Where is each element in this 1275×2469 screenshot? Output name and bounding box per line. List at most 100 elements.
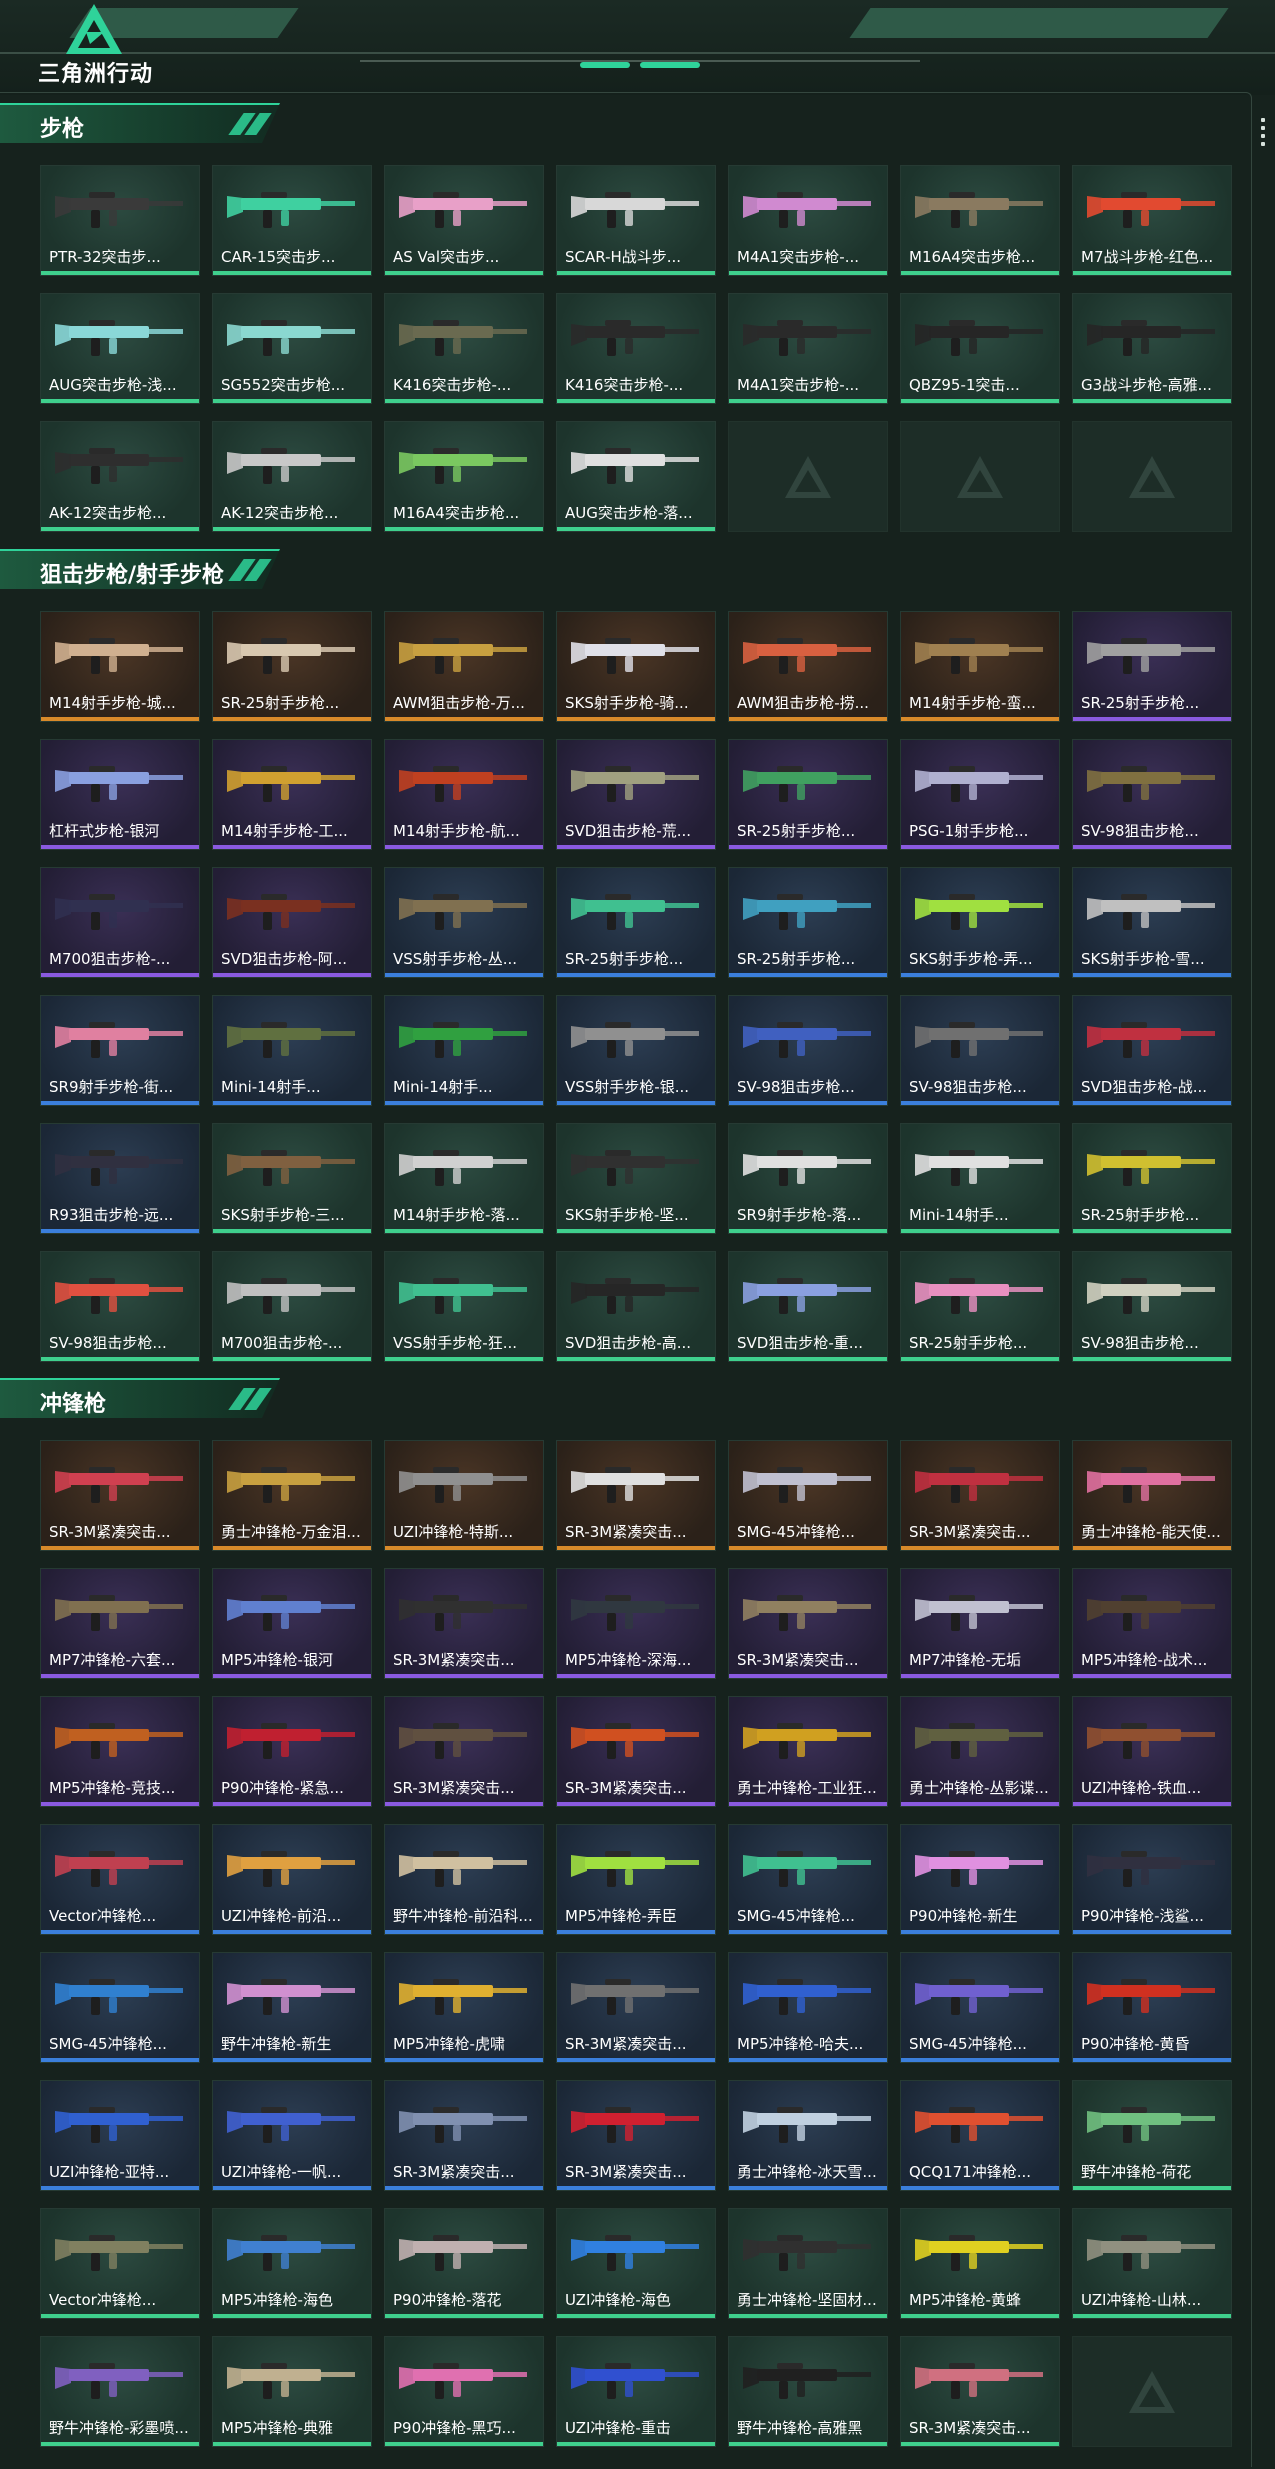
weapon-card[interactable]: M14射手步枪-航...	[384, 739, 544, 850]
weapon-card[interactable]: AK-12突击步枪...	[212, 421, 372, 532]
weapon-card[interactable]: P90冲锋枪-黑巧...	[384, 2336, 544, 2447]
weapon-card[interactable]: MP5冲锋枪-弄臣	[556, 1824, 716, 1935]
weapon-card[interactable]: Mini-14射手...	[212, 995, 372, 1106]
weapon-card[interactable]: SR-3M紧凑突击...	[384, 1568, 544, 1679]
weapon-card[interactable]: SG552突击步枪...	[212, 293, 372, 404]
weapon-card[interactable]: SCAR-H战斗步...	[556, 165, 716, 276]
weapon-card[interactable]: SR-25射手步枪...	[728, 867, 888, 978]
weapon-card[interactable]: UZI冲锋枪-亚特...	[40, 2080, 200, 2191]
weapon-card[interactable]: M7战斗步枪-红色...	[1072, 165, 1232, 276]
weapon-card[interactable]: SMG-45冲锋枪...	[728, 1824, 888, 1935]
weapon-card[interactable]: M14射手步枪-蛮...	[900, 611, 1060, 722]
weapon-card[interactable]: M16A4突击步枪...	[384, 421, 544, 532]
weapon-card[interactable]: R93狙击步枪-远...	[40, 1123, 200, 1234]
weapon-card[interactable]: M14射手步枪-工...	[212, 739, 372, 850]
scrollbar[interactable]	[1261, 118, 1265, 150]
weapon-card[interactable]: UZI冲锋枪-海色	[556, 2208, 716, 2319]
weapon-card[interactable]: MP5冲锋枪-银河	[212, 1568, 372, 1679]
weapon-card[interactable]: 野牛冲锋枪-新生	[212, 1952, 372, 2063]
weapon-card[interactable]: 杠杆式步枪-银河	[40, 739, 200, 850]
weapon-card[interactable]: Mini-14射手...	[384, 995, 544, 1106]
weapon-card[interactable]: SMG-45冲锋枪...	[900, 1952, 1060, 2063]
weapon-card[interactable]: SR-25射手步枪...	[900, 1251, 1060, 1362]
weapon-card[interactable]: SV-98狙击步枪...	[1072, 1251, 1232, 1362]
weapon-card[interactable]: QCQ171冲锋枪...	[900, 2080, 1060, 2191]
weapon-card[interactable]: AUG突击步枪-落...	[556, 421, 716, 532]
weapon-card[interactable]: VSS射手步枪-银...	[556, 995, 716, 1106]
weapon-card[interactable]: UZI冲锋枪-山林...	[1072, 2208, 1232, 2319]
weapon-card[interactable]: SV-98狙击步枪...	[1072, 739, 1232, 850]
weapon-card[interactable]: UZI冲锋枪-铁血...	[1072, 1696, 1232, 1807]
weapon-card[interactable]: P90冲锋枪-新生	[900, 1824, 1060, 1935]
weapon-card[interactable]: 勇士冲锋枪-丛影谍...	[900, 1696, 1060, 1807]
weapon-card[interactable]: UZI冲锋枪-特斯...	[384, 1440, 544, 1551]
weapon-card[interactable]: 勇士冲锋枪-能天使...	[1072, 1440, 1232, 1551]
weapon-card[interactable]: SVD狙击步枪-高...	[556, 1251, 716, 1362]
weapon-card[interactable]: AWM狙击步枪-万...	[384, 611, 544, 722]
weapon-card[interactable]: K416突击步枪-...	[556, 293, 716, 404]
weapon-card[interactable]: G3战斗步枪-高雅...	[1072, 293, 1232, 404]
weapon-card[interactable]: SR-25射手步枪...	[1072, 1123, 1232, 1234]
weapon-card[interactable]: AWM狙击步枪-捞...	[728, 611, 888, 722]
weapon-card[interactable]: 野牛冲锋枪-荷花	[1072, 2080, 1232, 2191]
weapon-card[interactable]: PTR-32突击步...	[40, 165, 200, 276]
weapon-card[interactable]: VSS射手步枪-狂...	[384, 1251, 544, 1362]
weapon-card[interactable]: SR-3M紧凑突击...	[556, 1952, 716, 2063]
weapon-card[interactable]: SVD狙击步枪-荒...	[556, 739, 716, 850]
weapon-card[interactable]: MP5冲锋枪-战术...	[1072, 1568, 1232, 1679]
weapon-card[interactable]: 勇士冲锋枪-冰天雪...	[728, 2080, 888, 2191]
weapon-card[interactable]: P90冲锋枪-黄昏	[1072, 1952, 1232, 2063]
weapon-card[interactable]: AS Val突击步...	[384, 165, 544, 276]
weapon-card[interactable]: SVD狙击步枪-阿...	[212, 867, 372, 978]
weapon-card[interactable]: MP5冲锋枪-海色	[212, 2208, 372, 2319]
weapon-card[interactable]: K416突击步枪-...	[384, 293, 544, 404]
weapon-card[interactable]: SKS射手步枪-坚...	[556, 1123, 716, 1234]
weapon-card[interactable]: P90冲锋枪-紧急...	[212, 1696, 372, 1807]
weapon-card[interactable]: 野牛冲锋枪-彩墨喷...	[40, 2336, 200, 2447]
weapon-card[interactable]: SVD狙击步枪-战...	[1072, 995, 1232, 1106]
weapon-card[interactable]: CAR-15突击步...	[212, 165, 372, 276]
weapon-card[interactable]: Vector冲锋枪...	[40, 2208, 200, 2319]
weapon-card[interactable]: Mini-14射手...	[900, 1123, 1060, 1234]
weapon-card[interactable]: SV-98狙击步枪...	[40, 1251, 200, 1362]
weapon-card[interactable]: M700狙击步枪-...	[212, 1251, 372, 1362]
weapon-card[interactable]: MP7冲锋枪-六套...	[40, 1568, 200, 1679]
weapon-card[interactable]: M14射手步枪-落...	[384, 1123, 544, 1234]
weapon-card[interactable]: 勇士冲锋枪-万金泪...	[212, 1440, 372, 1551]
weapon-card[interactable]: QBZ95-1突击...	[900, 293, 1060, 404]
weapon-card[interactable]: SR9射手步枪-落...	[728, 1123, 888, 1234]
weapon-card[interactable]: M16A4突击步枪...	[900, 165, 1060, 276]
weapon-card[interactable]: SVD狙击步枪-重...	[728, 1251, 888, 1362]
weapon-card[interactable]: SR-3M紧凑突击...	[384, 2080, 544, 2191]
weapon-card[interactable]: MP5冲锋枪-深海...	[556, 1568, 716, 1679]
weapon-card[interactable]: MP5冲锋枪-哈夫...	[728, 1952, 888, 2063]
weapon-card[interactable]: VSS射手步枪-丛...	[384, 867, 544, 978]
weapon-card[interactable]: AUG突击步枪-浅...	[40, 293, 200, 404]
weapon-card[interactable]: P90冲锋枪-浅鲨...	[1072, 1824, 1232, 1935]
weapon-card[interactable]: SMG-45冲锋枪...	[40, 1952, 200, 2063]
weapon-card[interactable]: SR-3M紧凑突击...	[728, 1568, 888, 1679]
weapon-card[interactable]: M4A1突击步枪-...	[728, 293, 888, 404]
weapon-card[interactable]: M4A1突击步枪-...	[728, 165, 888, 276]
weapon-card[interactable]: SMG-45冲锋枪...	[728, 1440, 888, 1551]
weapon-card[interactable]: 勇士冲锋枪-工业狂...	[728, 1696, 888, 1807]
weapon-card[interactable]: MP5冲锋枪-虎啸	[384, 1952, 544, 2063]
weapon-card[interactable]: MP7冲锋枪-无垢	[900, 1568, 1060, 1679]
weapon-card[interactable]: Vector冲锋枪...	[40, 1824, 200, 1935]
weapon-card[interactable]: SKS射手步枪-雪...	[1072, 867, 1232, 978]
weapon-card[interactable]: SR-25射手步枪...	[556, 867, 716, 978]
weapon-card[interactable]: SR-3M紧凑突击...	[556, 1696, 716, 1807]
weapon-card[interactable]: M700狙击步枪-...	[40, 867, 200, 978]
weapon-card[interactable]: SKS射手步枪-三...	[212, 1123, 372, 1234]
weapon-card[interactable]: AK-12突击步枪...	[40, 421, 200, 532]
weapon-card[interactable]: SV-98狙击步枪...	[900, 995, 1060, 1106]
weapon-card[interactable]: 野牛冲锋枪-前沿科...	[384, 1824, 544, 1935]
weapon-card[interactable]: MP5冲锋枪-典雅	[212, 2336, 372, 2447]
weapon-card[interactable]: SR-3M紧凑突击...	[900, 1440, 1060, 1551]
weapon-card[interactable]: SV-98狙击步枪...	[728, 995, 888, 1106]
weapon-card[interactable]: SR-3M紧凑突击...	[384, 1696, 544, 1807]
weapon-card[interactable]: SKS射手步枪-弄...	[900, 867, 1060, 978]
weapon-card[interactable]: MP5冲锋枪-黄蜂	[900, 2208, 1060, 2319]
weapon-card[interactable]: SR-3M紧凑突击...	[556, 1440, 716, 1551]
weapon-card[interactable]: SKS射手步枪-骑...	[556, 611, 716, 722]
